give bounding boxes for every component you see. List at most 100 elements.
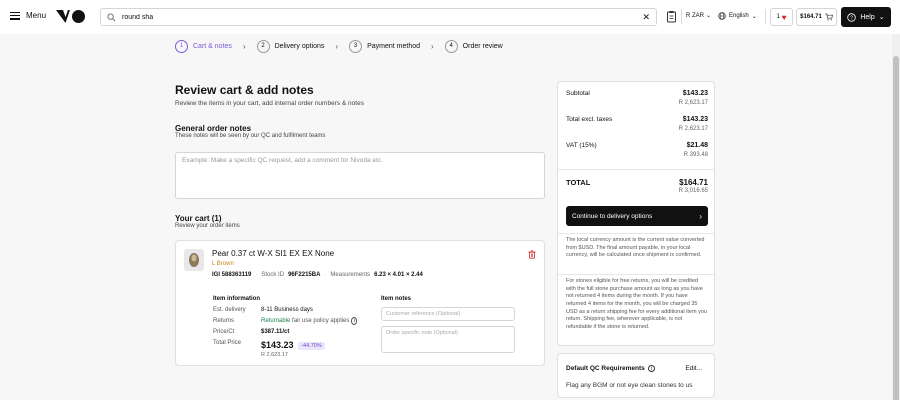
search-bar[interactable]: ✕ [100,8,657,26]
step-delivery-options[interactable]: 2 Delivery options [256,39,325,53]
step-payment-method[interactable]: 3 Payment method [349,39,420,53]
step-label: Payment method [367,42,420,50]
scrollbar-thumb[interactable] [893,56,899,400]
info-value: Returnable fair use policy applies i [261,317,358,325]
summary-usd: $21.48 [686,142,708,149]
qc-title-label: Default QC Requirements [566,365,645,372]
step-cart-notes[interactable]: 1 Cart & notes [175,39,232,53]
page-subtitle: Review the items in your cart, add inter… [175,100,364,107]
info-label: Total Price [213,340,242,346]
customer-reference-input[interactable] [381,307,515,321]
trash-icon[interactable] [528,250,536,259]
help-icon: ? [847,12,857,22]
page-title: Review cart & add notes [175,83,314,97]
item-info-title: Item information [213,296,261,302]
globe-icon [718,12,726,20]
step-label: Delivery options [274,42,325,50]
top-header: Menu ✕ R ZAR ⌄ English ⌄ 1 ♥ [0,0,900,34]
header-divider [765,9,766,24]
summary-usd: $143.23 [682,90,708,97]
total-price-zar: R 2,623.17 [261,352,288,358]
heart-icon: ♥ [781,12,787,22]
search-icon [107,12,116,21]
menu-button[interactable]: Menu [10,11,46,20]
chevron-right-icon: › [242,41,246,51]
summary-label: Subtotal [566,90,590,97]
nivoda-logo[interactable] [56,10,86,23]
summary-zar: R 2,623.17 [678,126,708,132]
search-input[interactable] [122,13,622,21]
language-label: English [729,13,749,19]
cart-title: Your cart (1) [175,214,222,223]
cart-item-card: Pear 0.37 ct W-X SI1 EX EX None L Brown … [175,240,545,366]
step-label: Order review [462,42,503,50]
currency-selector[interactable]: R ZAR ⌄ [686,12,712,20]
summary-zar: R 2,623.17 [678,100,708,106]
item-color-label: L Brown [212,261,234,267]
chevron-right-icon: › [699,211,702,221]
step-number: 4 [444,39,458,53]
chevron-right-icon: › [431,41,434,51]
qc-requirement-text: Flag any BGM or not eye clean stones to … [566,382,693,389]
diamond-thumbnail[interactable] [184,249,204,271]
clear-search-icon[interactable]: ✕ [642,12,650,23]
item-name[interactable]: Pear 0.37 ct W-X SI1 EX EX None [212,249,334,258]
measurements-value: 6.23 × 4.01 × 2.44 [374,272,423,278]
checkout-stepper: 1 Cart & notes › 2 Delivery options › 3 … [175,38,503,54]
language-selector[interactable]: English ⌄ [718,12,757,20]
summary-divider [558,274,714,275]
hamburger-icon [10,11,20,20]
general-notes-field[interactable] [175,152,545,199]
continue-to-delivery-button[interactable]: Continue to delivery options › [566,206,708,226]
chevron-down-icon: ⌄ [878,14,885,21]
summary-usd: $164.71 [679,178,708,187]
summary-zar: R 393.48 [683,152,708,158]
qc-edit-link[interactable]: Edit... [685,365,702,372]
meta-separator: · [255,272,258,278]
summary-label: VAT (15%) [566,142,597,149]
returns-policy-link[interactable]: fair use policy applies [292,318,349,324]
summary-divider [558,233,714,234]
chevron-down-icon: ⌄ [751,13,757,20]
info-icon[interactable]: i [351,317,358,325]
menu-label: Menu [26,11,47,20]
step-label: Cart & notes [193,42,232,50]
continue-label: Continue to delivery options [572,212,653,220]
measurements-label: Measurements [330,272,371,278]
summary-label: TOTAL [566,178,591,187]
cart-icon [825,13,833,21]
returns-note: For stones eligible for free returns, yo… [566,278,707,331]
meta-separator: · [324,272,327,278]
total-price-usd: $143.23 [261,340,294,350]
summary-zar: R 3,016.65 [678,188,708,194]
igi-cert[interactable]: IGI 588363119 [212,272,251,278]
item-meta-row: IGI 588363119 · Stock ID 96F2215BA · Mea… [212,272,423,278]
summary-divider [558,169,714,170]
step-number: 1 [175,39,188,53]
item-notes-title: Item notes [381,296,412,302]
info-value: 8-11 Business days [261,307,313,313]
step-order-review[interactable]: 4 Order review [444,39,503,53]
saved-stones-button[interactable]: 1 ♥ [770,8,793,26]
stock-id-label: Stock ID [261,272,285,278]
step-number: 2 [256,39,270,53]
info-label: Est. delivery [213,307,246,313]
currency-label: R ZAR [686,12,704,19]
summary-usd: $143.23 [682,116,708,123]
general-notes-subtitle: These notes will be seen by our QC and f… [175,133,326,139]
cart-total: $164.71 [800,14,822,20]
general-notes-title: General order notes [175,124,252,133]
page-scrollbar[interactable] [892,34,900,400]
cart-button[interactable]: $164.71 [796,8,837,26]
cart-subtitle: Review your order items [175,223,240,229]
chevron-down-icon: ⌄ [706,13,712,19]
info-icon[interactable]: i [647,365,655,372]
clipboard-icon[interactable] [665,10,678,23]
order-note-field[interactable] [381,326,515,353]
qc-title: Default QC Requirements i [566,365,655,372]
help-button[interactable]: ? Help ⌄ [841,7,891,27]
info-label: Returns [213,318,235,324]
chevron-right-icon: › [335,41,339,51]
step-number: 3 [349,39,363,53]
summary-label: Total excl. taxes [566,116,613,123]
